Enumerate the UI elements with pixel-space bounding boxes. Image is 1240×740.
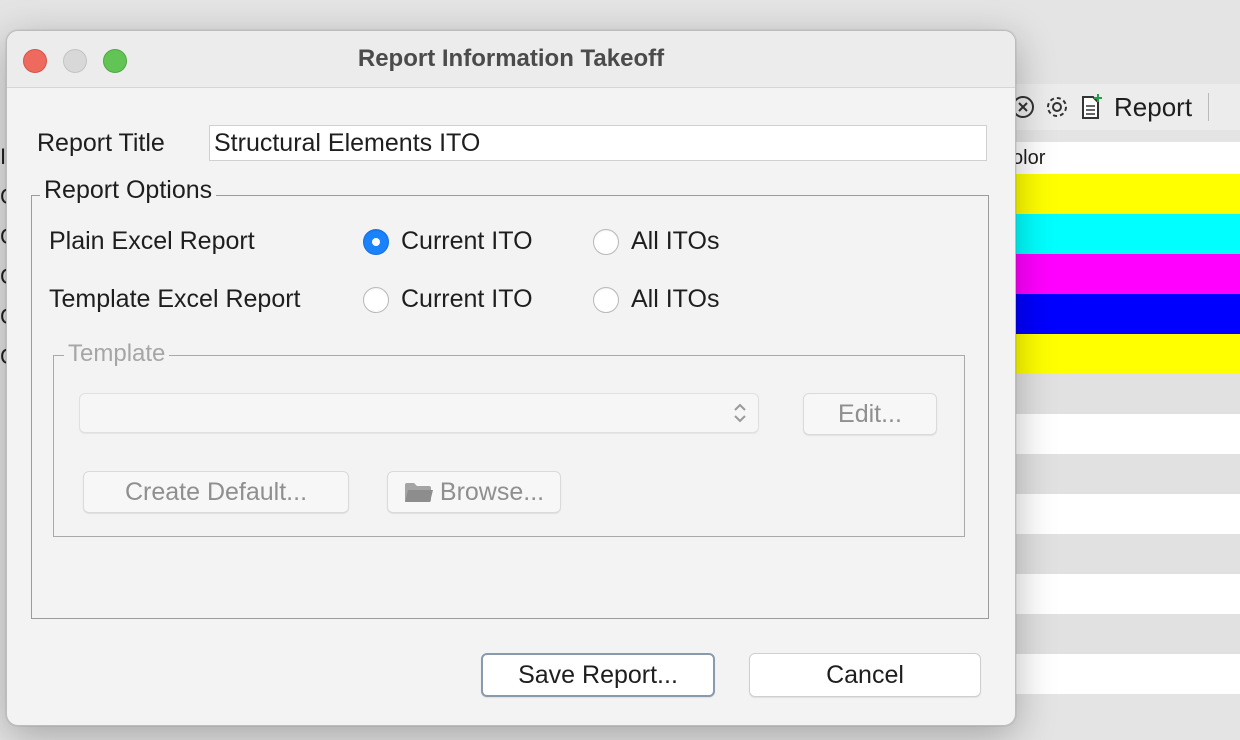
table-row[interactable] bbox=[1000, 374, 1240, 414]
browse-button[interactable]: Browse... bbox=[387, 471, 561, 513]
table-row[interactable] bbox=[1000, 614, 1240, 654]
table-row[interactable] bbox=[1000, 534, 1240, 574]
color-row-5[interactable] bbox=[1000, 334, 1240, 374]
gear-icon[interactable] bbox=[1044, 94, 1070, 120]
template-current-ito-radio[interactable]: Current ITO bbox=[363, 285, 533, 314]
radio-selected-indicator[interactable] bbox=[363, 228, 389, 255]
new-report-icon[interactable] bbox=[1078, 94, 1104, 120]
table-row[interactable] bbox=[1000, 414, 1240, 454]
up-down-chevron-icon bbox=[734, 403, 746, 423]
plain-excel-report-label: Plain Excel Report bbox=[49, 227, 255, 255]
radio-unselected-indicator[interactable] bbox=[593, 286, 619, 313]
report-title-input[interactable] bbox=[209, 125, 987, 161]
toolbar-separator bbox=[1208, 93, 1210, 121]
radio-unselected-indicator[interactable] bbox=[363, 286, 389, 313]
color-row-3[interactable] bbox=[1000, 254, 1240, 294]
template-excel-report-label: Template Excel Report bbox=[49, 285, 301, 313]
radio-unselected-indicator[interactable] bbox=[593, 228, 619, 255]
report-options-legend: Report Options bbox=[40, 176, 217, 205]
table-row[interactable] bbox=[1000, 454, 1240, 494]
background-toolbar: Report bbox=[1000, 84, 1240, 130]
color-row-4[interactable] bbox=[1000, 294, 1240, 334]
table-row[interactable] bbox=[1000, 574, 1240, 614]
table-row[interactable] bbox=[1000, 494, 1240, 534]
radio-label: Current ITO bbox=[401, 227, 533, 255]
title-bar: Report Information Takeoff bbox=[7, 31, 1015, 88]
report-title-label: Report Title bbox=[37, 129, 165, 157]
template-select[interactable] bbox=[79, 393, 759, 433]
save-report-button[interactable]: Save Report... bbox=[481, 653, 715, 697]
window-title: Report Information Takeoff bbox=[357, 45, 665, 72]
template-all-itos-radio[interactable]: All ITOs bbox=[593, 285, 719, 314]
folder-icon bbox=[404, 483, 433, 502]
plain-all-itos-radio[interactable]: All ITOs bbox=[593, 227, 719, 256]
color-row-1[interactable] bbox=[1000, 174, 1240, 214]
browse-button-label: Browse... bbox=[439, 477, 545, 506]
toolbar-report-label[interactable]: Report bbox=[1114, 92, 1192, 123]
report-information-takeoff-dialog: Report Information Takeoff Report Title … bbox=[6, 30, 1016, 726]
color-row-2[interactable] bbox=[1000, 214, 1240, 254]
cancel-button[interactable]: Cancel bbox=[749, 653, 981, 697]
plain-current-ito-radio[interactable]: Current ITO bbox=[363, 227, 533, 256]
create-default-button[interactable]: Create Default... bbox=[83, 471, 349, 513]
radio-label: All ITOs bbox=[631, 285, 720, 313]
template-legend: Template bbox=[64, 340, 170, 368]
table-row[interactable] bbox=[1000, 654, 1240, 694]
radio-label: Current ITO bbox=[401, 285, 533, 313]
column-header-color: olor bbox=[1000, 142, 1240, 174]
radio-label: All ITOs bbox=[631, 227, 720, 255]
edit-template-button[interactable]: Edit... bbox=[803, 393, 937, 435]
